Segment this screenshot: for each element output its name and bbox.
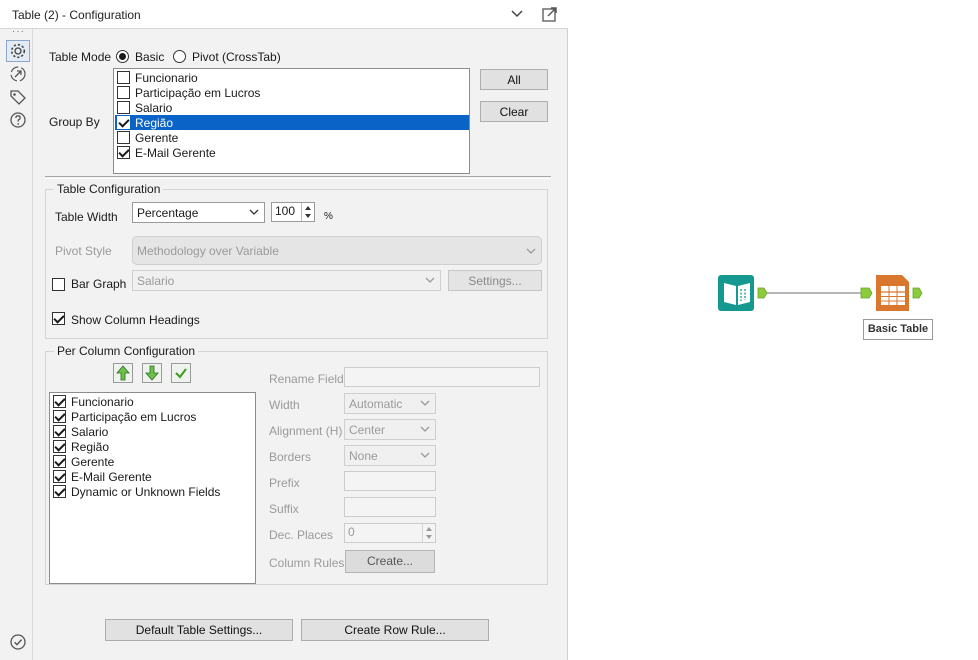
input-anchor-icon[interactable] bbox=[860, 287, 873, 299]
output-anchor-icon[interactable] bbox=[757, 287, 768, 299]
table-icon bbox=[881, 286, 905, 305]
workflow-graph bbox=[718, 275, 923, 311]
input-tool[interactable] bbox=[718, 275, 754, 311]
basic-table-tool[interactable] bbox=[876, 275, 909, 311]
book-icon bbox=[724, 283, 736, 305]
output-anchor-icon[interactable] bbox=[912, 287, 923, 299]
basic-table-tool-label: Basic Table bbox=[863, 319, 933, 340]
book-icon-page bbox=[738, 283, 750, 305]
